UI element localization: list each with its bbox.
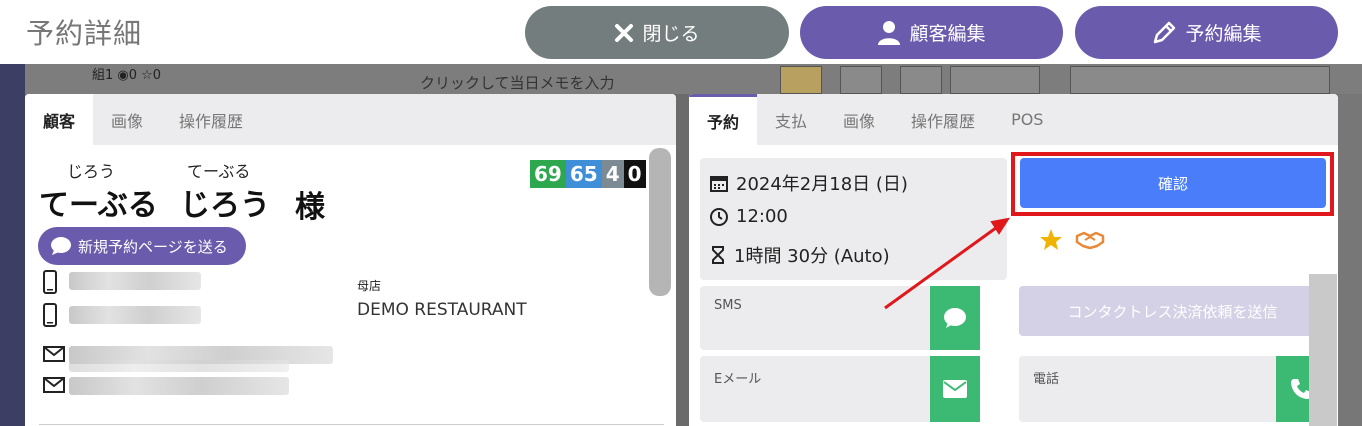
tab-reservation[interactable]: 予約 — [689, 94, 758, 145]
customer-edit-label: 顧客編集 — [909, 23, 986, 45]
background-sidebar — [0, 64, 25, 426]
background-button-4 — [950, 66, 1040, 94]
time-row: 12:00 — [710, 206, 788, 227]
store-name: DEMO RESTAURANT — [357, 300, 527, 320]
badge-green: 69 — [530, 160, 566, 188]
email-redacted-2 — [69, 377, 289, 395]
ruby-last-name: じろう — [67, 162, 116, 181]
background-button-1 — [780, 66, 822, 94]
pencil-icon — [1154, 21, 1176, 43]
close-icon — [615, 23, 634, 42]
sms-send-button[interactable] — [930, 286, 980, 350]
phone-number-redacted-2 — [69, 306, 201, 324]
background-button-2 — [840, 66, 882, 94]
page-title: 予約詳細 — [26, 17, 143, 50]
hourglass-icon — [712, 246, 724, 264]
send-reservation-page-button[interactable]: 新規予約ページを送る — [38, 227, 246, 265]
reservation-info-box: 2024年2月18日 (日) 12:00 1時間 30分 (Auto) — [700, 158, 1007, 280]
tab-pos[interactable]: POS — [993, 94, 1061, 145]
envelope-icon — [943, 380, 967, 398]
background-button-3 — [900, 66, 942, 94]
background-memo: クリックして当日メモを入力 — [420, 74, 615, 92]
reservation-edit-button[interactable]: 予約編集 — [1075, 6, 1338, 59]
email-label: Eメール — [714, 372, 762, 387]
duration-row: 1時間 30分 (Auto) — [710, 242, 890, 268]
close-button[interactable]: 閉じる — [525, 6, 789, 59]
customer-panel: 顧客 画像 操作履歴 じろう てーぶる てーぶる じろう 様 69 65 4 0… — [25, 94, 676, 426]
send-button-label: 新規予約ページを送る — [78, 237, 228, 256]
badge-gray: 4 — [601, 160, 624, 188]
chat-bubble-icon — [51, 237, 71, 255]
tab-payment[interactable]: 支払 — [757, 94, 825, 145]
modal-header: 予約詳細 閉じる 顧客編集 予約編集 — [0, 0, 1362, 64]
email-redacted-extra — [69, 360, 289, 372]
reservation-panel: 予約 支払 画像 操作履歴 POS 2024年2月18日 (日) 12:00 1… — [689, 94, 1338, 426]
scrollbar-track[interactable] — [1309, 274, 1337, 426]
customer-tabs: 顧客 画像 操作履歴 — [25, 94, 676, 145]
sms-label: SMS — [714, 298, 742, 313]
email-icon — [43, 346, 65, 362]
sms-field: SMS — [700, 286, 980, 350]
chat-bubble-icon — [944, 308, 966, 328]
reservation-edit-label: 予約編集 — [1185, 23, 1262, 45]
background-button-5 — [1070, 66, 1330, 94]
email-icon-2 — [43, 377, 65, 393]
reservation-date: 2024年2月18日 (日) — [736, 174, 908, 195]
honorific: 様 — [295, 190, 325, 225]
visit-badges: 69 65 4 0 — [530, 160, 646, 188]
badge-black: 0 — [623, 160, 646, 188]
customer-last-name: てーぶる — [39, 188, 158, 223]
background-stats: 組1 ◉0 ☆0 — [92, 68, 162, 83]
phone-field: 電話 — [1019, 356, 1326, 422]
reservation-duration: 1時間 30分 (Auto) — [734, 246, 890, 267]
contactless-payment-button[interactable]: コンタクトレス決済依頼を送信 — [1019, 286, 1326, 336]
background-scrollbar — [1338, 94, 1362, 426]
user-icon — [878, 20, 901, 45]
close-button-label: 閉じる — [642, 23, 700, 45]
tab-customer[interactable]: 顧客 — [25, 94, 94, 145]
tab-images[interactable]: 画像 — [93, 94, 161, 145]
phone-number-redacted — [69, 272, 201, 290]
clock-icon — [710, 207, 728, 226]
phone-label: 電話 — [1033, 372, 1060, 387]
scrollbar-thumb[interactable] — [649, 148, 671, 296]
email-send-button[interactable] — [930, 356, 980, 422]
status-icons — [1039, 228, 1105, 252]
store-label: 母店 — [357, 279, 382, 293]
calendar-icon — [710, 176, 728, 192]
reservation-time: 12:00 — [736, 206, 788, 227]
customer-edit-button[interactable]: 顧客編集 — [800, 6, 1063, 59]
date-row: 2024年2月18日 (日) — [710, 170, 908, 196]
customer-first-name: じろう — [180, 188, 270, 223]
ruby-first-name: てーぶる — [187, 162, 251, 181]
handshake-icon[interactable] — [1075, 230, 1105, 250]
tab-history[interactable]: 操作履歴 — [161, 94, 261, 145]
tab-images-r[interactable]: 画像 — [825, 94, 893, 145]
confirm-button[interactable]: 確認 — [1020, 158, 1326, 208]
reservation-tabs: 予約 支払 画像 操作履歴 POS — [689, 94, 1338, 145]
star-icon[interactable] — [1039, 228, 1063, 252]
mobile-phone-icon-2 — [43, 303, 57, 327]
badge-blue: 65 — [565, 160, 602, 188]
mobile-phone-icon — [43, 270, 57, 294]
tab-history-r[interactable]: 操作履歴 — [893, 94, 993, 145]
email-field: Eメール — [700, 356, 980, 422]
divider — [39, 424, 664, 425]
